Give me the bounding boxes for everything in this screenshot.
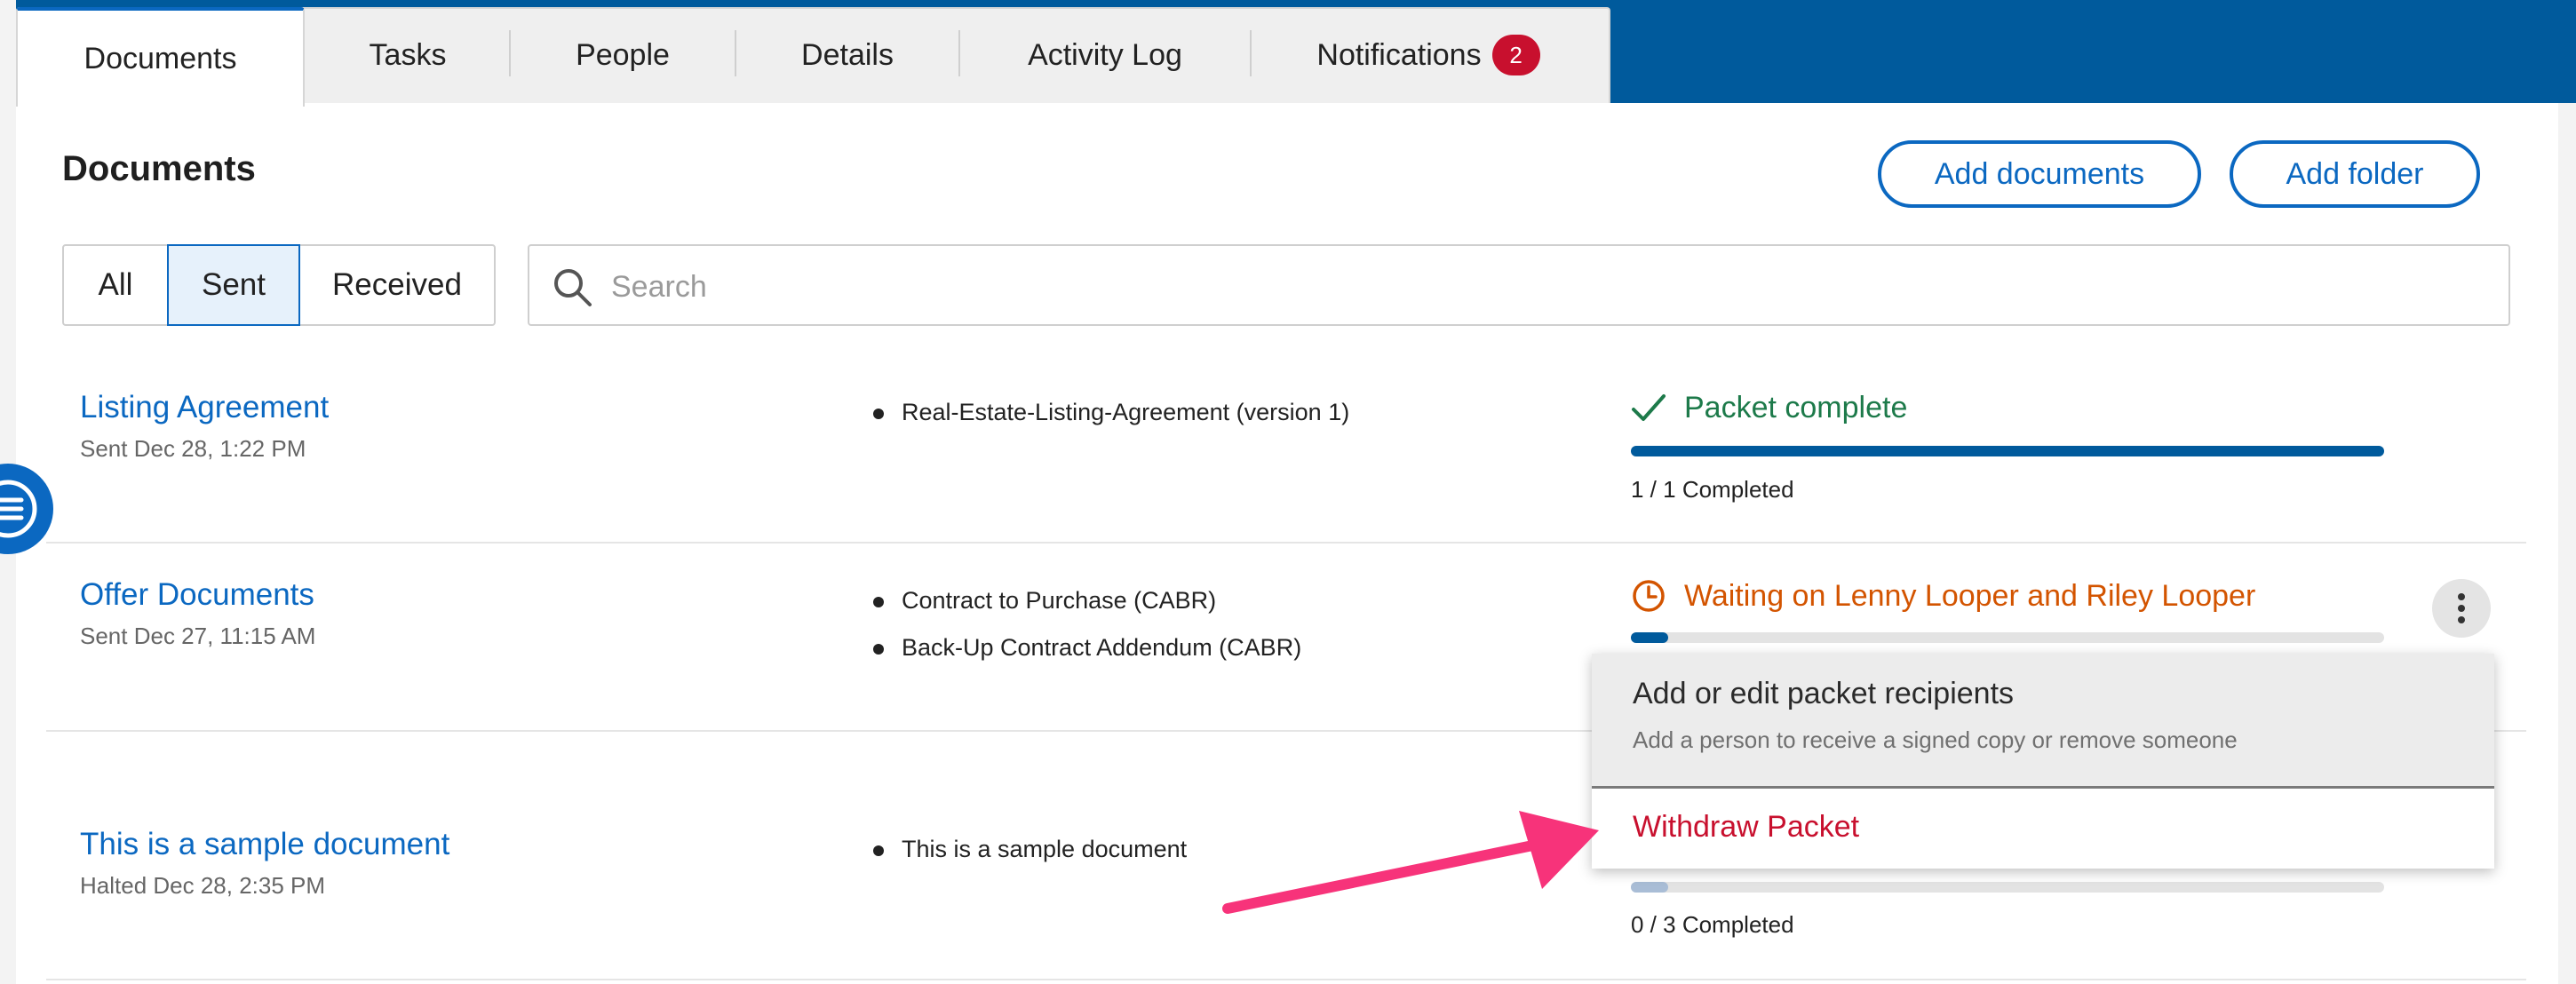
packet-status-text: Packet complete <box>1684 391 1908 425</box>
file-list-item: This is a sample document <box>872 836 1188 862</box>
page-title: Documents <box>62 149 256 188</box>
tab-label: Activity Log <box>1028 37 1182 72</box>
filter-label: All <box>98 267 133 302</box>
annotation-arrow-icon <box>1222 811 1599 914</box>
completion-count: 1 / 1 Completed <box>1631 476 1794 503</box>
right-edge-panel <box>2558 103 2576 984</box>
packet-status: Packet complete <box>1631 391 1907 425</box>
packet-options-menu: Add or edit packet recipients Add a pers… <box>1592 654 2494 869</box>
filter-label: Sent <box>202 267 266 302</box>
search-input[interactable] <box>609 264 2478 310</box>
packet-status: Waiting on Lenny Looper and Riley Looper <box>1631 578 2255 614</box>
clock-icon <box>1633 580 1665 612</box>
tab-label: Details <box>801 37 894 72</box>
tab-people[interactable]: People <box>511 7 735 103</box>
row-divider <box>46 979 2526 980</box>
add-folder-label: Add folder <box>2286 156 2424 191</box>
add-documents-label: Add documents <box>1934 156 2145 191</box>
tab-notifications[interactable]: Notifications 2 <box>1252 7 1605 103</box>
add-documents-button[interactable]: Add documents <box>1878 140 2201 208</box>
tab-label: Notifications <box>1316 37 1482 72</box>
document-title-link[interactable]: This is a sample document <box>80 827 449 862</box>
document-sent-date: Sent Dec 27, 11:15 AM <box>80 623 316 649</box>
floating-menu-button[interactable] <box>0 464 53 554</box>
tab-label: People <box>576 37 670 72</box>
withdraw-packet-label: Withdraw Packet <box>1633 810 1860 844</box>
filter-segmented-control: All Sent Received <box>62 244 496 326</box>
completion-count: 0 / 3 Completed <box>1631 911 1794 938</box>
tab-tasks[interactable]: Tasks <box>306 7 509 103</box>
document-title-link[interactable]: Offer Documents <box>80 577 314 613</box>
progress-fill <box>1631 882 1669 893</box>
notification-count-badge: 2 <box>1491 35 1540 75</box>
menu-item-title: Add or edit packet recipients <box>1633 677 2015 710</box>
checkmark-icon <box>1632 393 1666 421</box>
progress-fill <box>1631 632 1669 643</box>
file-list-item: Real-Estate-Listing-Agreement (version 1… <box>872 399 1350 425</box>
document-title-link[interactable]: Listing Agreement <box>80 390 329 425</box>
packet-status-text: Waiting on Lenny Looper and Riley Looper <box>1684 578 2256 613</box>
more-options-button[interactable] <box>2432 579 2491 638</box>
filter-sent-button[interactable]: Sent <box>167 244 300 326</box>
progress-track <box>1631 632 2384 643</box>
filter-received-button[interactable]: Received <box>300 246 494 324</box>
tab-documents[interactable]: Documents <box>16 7 305 107</box>
row-divider <box>46 542 2526 544</box>
tab-label: Documents <box>83 41 237 75</box>
filter-all-button[interactable]: All <box>64 246 167 324</box>
search-icon <box>554 269 592 306</box>
add-folder-button[interactable]: Add folder <box>2230 140 2480 208</box>
progress-track <box>1631 446 2384 456</box>
search-box <box>528 244 2510 326</box>
edit-recipients-menu-item[interactable]: Add or edit packet recipients Add a pers… <box>1592 654 2494 789</box>
filter-label: Received <box>332 267 462 302</box>
withdraw-packet-menu-item[interactable]: Withdraw Packet <box>1592 789 2494 869</box>
progress-track <box>1631 882 2384 893</box>
tab-activity-log[interactable]: Activity Log <box>960 7 1250 103</box>
document-sent-date: Halted Dec 28, 2:35 PM <box>80 872 326 899</box>
file-list-item: Back-Up Contract Addendum (CABR) <box>872 634 1302 661</box>
tab-label: Tasks <box>369 37 447 72</box>
document-sent-date: Sent Dec 28, 1:22 PM <box>80 435 306 462</box>
progress-fill <box>1631 446 2384 456</box>
menu-item-subtitle: Add a person to receive a signed copy or… <box>1633 726 2238 753</box>
list-menu-icon <box>0 480 37 538</box>
file-list-item: Contract to Purchase (CABR) <box>872 587 1217 614</box>
tab-details[interactable]: Details <box>736 7 958 103</box>
more-vertical-icon <box>2458 593 2465 623</box>
